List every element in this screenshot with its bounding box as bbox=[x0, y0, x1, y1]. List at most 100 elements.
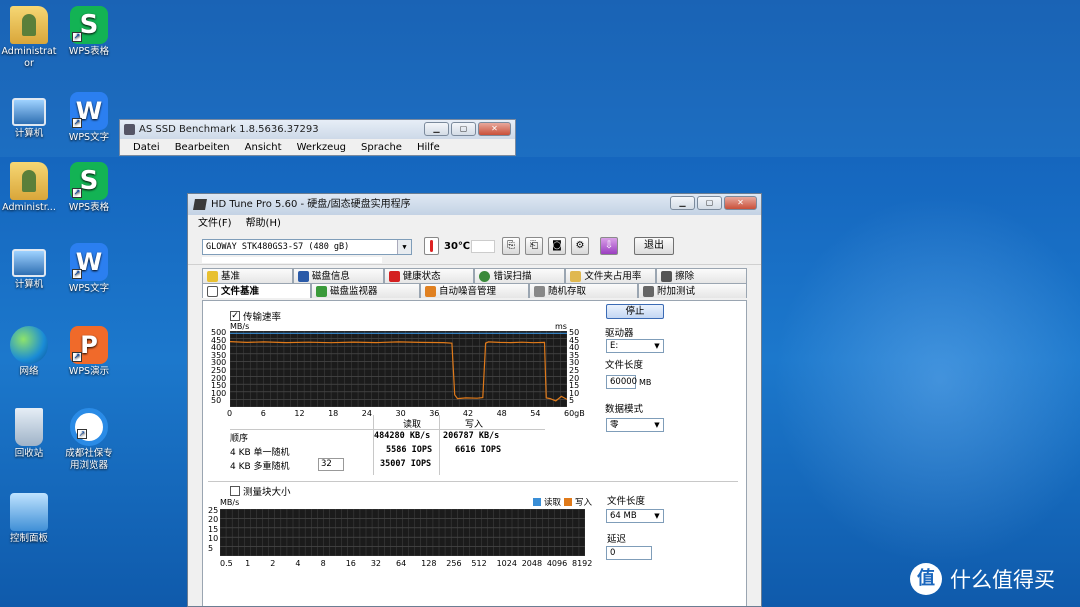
tab-health[interactable]: 健康状态 bbox=[383, 268, 475, 283]
chevron-down-icon[interactable]: ▼ bbox=[651, 510, 663, 522]
tab-disk-monitor[interactable]: 磁盘监视器 bbox=[311, 283, 420, 298]
tab-random-access[interactable]: 随机存取 bbox=[529, 283, 638, 298]
desktop-icon-label: 网络 bbox=[19, 366, 39, 377]
options-icon[interactable]: ⚙ bbox=[571, 237, 589, 255]
maximize-button[interactable]: ▢ bbox=[697, 196, 722, 210]
desktop-icon[interactable]: Administrat or bbox=[1, 6, 57, 70]
menu-datei[interactable]: Datei bbox=[133, 139, 160, 156]
close-button[interactable]: ✕ bbox=[478, 122, 511, 136]
desktop-icon[interactable]: 计算机 bbox=[1, 92, 57, 140]
tab-error-scan[interactable]: 错误扫描 bbox=[474, 268, 566, 283]
close-button[interactable]: ✕ bbox=[724, 196, 757, 210]
desktop-icon[interactable]: S ↗ WPS表格 bbox=[61, 162, 117, 214]
legend: 读取 写入 bbox=[533, 496, 592, 508]
file-length-label: 文件长度 bbox=[605, 360, 644, 371]
magnifier-icon bbox=[479, 270, 491, 282]
desktop-icon-label: 控制面板 bbox=[9, 533, 48, 544]
random-icon bbox=[534, 285, 545, 297]
exit-button[interactable]: 退出 bbox=[634, 237, 674, 255]
minimize-button[interactable]: ▁ bbox=[424, 122, 449, 136]
tick-label: 2048 bbox=[521, 559, 543, 568]
minimize-button[interactable]: ▁ bbox=[670, 196, 695, 210]
speaker-icon bbox=[425, 285, 436, 297]
delay-label: 延迟 bbox=[607, 534, 627, 545]
tab-file-benchmark[interactable]: 文件基准 bbox=[202, 283, 311, 298]
chevron-down-icon[interactable]: ▼ bbox=[397, 240, 411, 254]
maximize-button[interactable]: ▢ bbox=[451, 122, 476, 136]
file-length2-select[interactable]: 64 MB ▼ bbox=[606, 509, 664, 523]
tick-label: 16 bbox=[345, 559, 356, 568]
desktop-icon-label: WPS文字 bbox=[68, 132, 110, 143]
tick-label: 18 bbox=[328, 409, 339, 418]
screenshot-icon[interactable]: ◙ bbox=[548, 237, 566, 255]
delay-stepper[interactable]: 0 bbox=[606, 546, 652, 560]
save-icon[interactable]: ⇩ bbox=[600, 237, 618, 255]
queue-depth-value: 32 bbox=[321, 459, 332, 469]
cpanel-icon bbox=[10, 493, 48, 531]
info-icon bbox=[297, 270, 309, 282]
tick-label: 8 bbox=[320, 559, 326, 568]
watermark-logo-icon: 值 bbox=[910, 563, 942, 595]
block-size-toggle[interactable]: 测量块大小 bbox=[230, 484, 291, 498]
file-length-input[interactable]: 60000 bbox=[606, 375, 637, 389]
asssd-window[interactable]: AS SSD Benchmark 1.8.5636.37293 ▁ ▢ ✕ Da… bbox=[119, 119, 516, 156]
tick-label: 54 bbox=[530, 409, 541, 418]
transfer-rate-toggle[interactable]: ✓ 传输速率 bbox=[230, 309, 281, 323]
desktop-icon-label: Administrat or bbox=[1, 46, 57, 69]
menu-ansicht[interactable]: Ansicht bbox=[245, 139, 282, 156]
browser-icon: ↗ bbox=[70, 408, 108, 446]
data-mode-select[interactable]: 零 ▼ bbox=[606, 418, 664, 432]
menu-help[interactable]: 帮助(H) bbox=[246, 215, 281, 233]
section-divider bbox=[208, 481, 738, 482]
tick-label: 50 bbox=[211, 396, 222, 406]
row-seq-read: 484280 KB/s bbox=[374, 431, 431, 441]
checkbox-checked[interactable]: ✓ bbox=[230, 311, 240, 321]
folder-icon bbox=[10, 162, 48, 200]
desktop-icon[interactable]: 计算机 bbox=[1, 243, 57, 291]
tab-bar: 基准 磁盘信息 健康状态 错误扫描 文件夹占用率 擦除 文件基准 磁盘监视器 自… bbox=[202, 268, 747, 298]
bulb-icon bbox=[207, 270, 218, 282]
tab-folder-usage[interactable]: 文件夹占用率 bbox=[565, 268, 657, 283]
desktop-icon[interactable]: ↗ 成都社保专用浏览器 bbox=[61, 408, 117, 472]
drive-letter-select[interactable]: E: ▼ bbox=[606, 339, 664, 353]
asssd-titlebar[interactable]: AS SSD Benchmark 1.8.5636.37293 ▁ ▢ ✕ bbox=[120, 120, 515, 139]
hdtune-window[interactable]: HD Tune Pro 5.60 - 硬盘/固态硬盘实用程序 ▁ ▢ ✕ 文件(… bbox=[187, 193, 762, 607]
menu-werkzeug[interactable]: Werkzeug bbox=[297, 139, 346, 156]
menu-file[interactable]: 文件(F) bbox=[198, 215, 232, 233]
desktop-icon[interactable]: 回收站 bbox=[1, 408, 57, 460]
menu-bearbeiten[interactable]: Bearbeiten bbox=[175, 139, 230, 156]
chevron-down-icon[interactable]: ▼ bbox=[651, 340, 663, 352]
tab-extra-tests[interactable]: 附加测试 bbox=[638, 283, 747, 298]
desktop-icon[interactable]: 控制面板 bbox=[1, 493, 57, 545]
desktop-icon[interactable]: S ↗ WPS表格 bbox=[61, 6, 117, 58]
menu-sprache[interactable]: Sprache bbox=[361, 139, 402, 156]
col-divider bbox=[439, 415, 440, 475]
checkbox-unchecked[interactable] bbox=[230, 486, 240, 496]
hdtune-titlebar[interactable]: HD Tune Pro 5.60 - 硬盘/固态硬盘实用程序 ▁ ▢ ✕ bbox=[188, 194, 761, 215]
tick-label: 36 bbox=[429, 409, 440, 418]
drive-select[interactable]: GLOWAY STK480GS3-S7 (480 gB) ▼ bbox=[202, 239, 412, 255]
shortcut-arrow-icon: ↗ bbox=[72, 188, 82, 198]
desktop-icon[interactable]: W ↗ WPS文字 bbox=[61, 243, 117, 295]
stop-button[interactable]: 停止 bbox=[606, 304, 664, 319]
desktop-icon[interactable]: Administr... bbox=[1, 162, 57, 214]
menu-hilfe[interactable]: Hilfe bbox=[417, 139, 440, 156]
desktop-icon[interactable]: P ↗ WPS演示 bbox=[61, 326, 117, 378]
chevron-down-icon[interactable]: ▼ bbox=[651, 419, 663, 431]
wps-w-icon: W ↗ bbox=[70, 243, 108, 281]
desktop-icon[interactable]: 网络 bbox=[1, 326, 57, 378]
tab-aam[interactable]: 自动噪音管理 bbox=[420, 283, 529, 298]
pc-icon bbox=[12, 98, 46, 126]
queue-depth-stepper[interactable]: 32 bbox=[318, 458, 344, 471]
results-separator bbox=[230, 429, 545, 430]
copy-text-icon[interactable]: ⎘ bbox=[502, 237, 520, 255]
y-unit-right: ms bbox=[555, 322, 567, 331]
block-size-chart bbox=[220, 509, 585, 556]
tab-disk-info[interactable]: 磁盘信息 bbox=[292, 268, 384, 283]
tab-erase[interactable]: 擦除 bbox=[656, 268, 747, 283]
desktop-icon[interactable]: W ↗ WPS文字 bbox=[61, 92, 117, 144]
asssd-title: AS SSD Benchmark 1.8.5636.37293 bbox=[139, 124, 319, 135]
copy-image-icon[interactable]: ⎗ bbox=[525, 237, 543, 255]
tab-benchmark[interactable]: 基准 bbox=[202, 268, 293, 283]
tick-label: 10 bbox=[208, 534, 219, 544]
